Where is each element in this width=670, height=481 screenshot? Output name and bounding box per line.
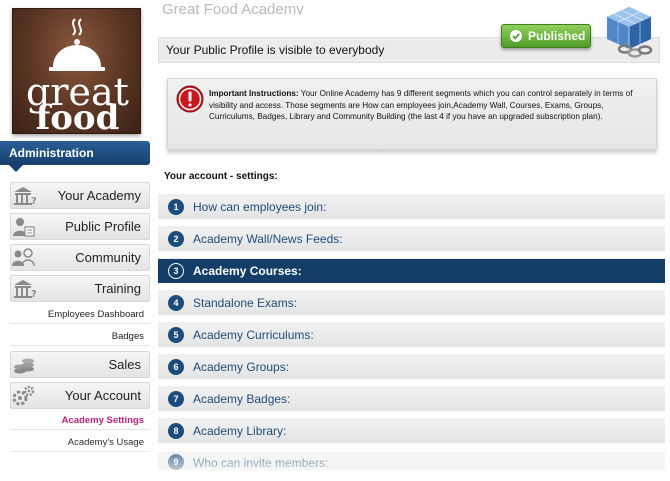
sidebar-item-your-academy[interactable]: ? Your Academy [10, 182, 150, 209]
logo-text-food: food [35, 98, 120, 134]
segment-number: 8 [168, 423, 184, 439]
sidebar-item-sales[interactable]: Sales [10, 351, 150, 378]
segment-label: Standalone Exams: [193, 296, 298, 310]
instructions-text: Important Instructions: Your Online Acad… [209, 88, 649, 123]
academy-logo: great food [12, 8, 141, 134]
gears-icon [12, 385, 35, 406]
coins-icon [14, 358, 34, 374]
sidebar-subitem-badges[interactable]: Badges [10, 327, 150, 346]
community-icon [12, 248, 35, 267]
sidebar-item-label: Training [94, 281, 141, 296]
sidebar-subitem-academys-usage[interactable]: Academy's Usage [10, 433, 150, 452]
sidebar-item-label: Community [75, 250, 141, 265]
segment-academy-courses[interactable]: 3 Academy Courses: [158, 258, 665, 283]
cube-chain-icon [607, 7, 653, 58]
instructions-heading: Important Instructions: [209, 89, 299, 98]
sidebar-item-community[interactable]: Community [10, 244, 150, 271]
segment-label: How can employees join: [193, 200, 327, 214]
segment-number: 6 [168, 359, 184, 375]
segment-number: 2 [168, 231, 184, 247]
sidebar-item-label: Your Academy [57, 188, 141, 203]
segment-number: 4 [168, 295, 184, 311]
sidebar-item-your-account[interactable]: Your Account [10, 382, 150, 409]
sidebar-subitem-academy-settings[interactable]: Academy Settings [10, 411, 150, 430]
segment-label: Academy Curriculums: [193, 328, 314, 342]
sidebar-item-public-profile[interactable]: Public Profile [10, 213, 150, 240]
segment-who-can-invite[interactable]: 9 Who can invite members: [158, 452, 665, 470]
segment-label: Academy Groups: [193, 360, 290, 374]
settings-title: Your account - settings: [164, 171, 278, 182]
header-arrow [9, 165, 23, 172]
segment-number: 7 [168, 391, 184, 407]
segment-standalone-exams[interactable]: 4 Standalone Exams: [158, 290, 665, 315]
profile-icon [13, 218, 35, 237]
segment-number: 3 [168, 263, 184, 279]
sidebar-header-administration: Administration [0, 141, 150, 165]
segment-number: 5 [168, 327, 184, 343]
segment-label: Academy Courses: [193, 264, 302, 278]
sidebar-item-training[interactable]: ? Training [10, 275, 150, 302]
sidebar-item-label: Public Profile [65, 219, 141, 234]
segment-academy-badges[interactable]: 7 Academy Badges: [158, 386, 665, 411]
sidebar-item-label: Your Account [64, 388, 141, 403]
segment-number: 1 [168, 199, 184, 215]
segment-academy-wall[interactable]: 2 Academy Wall/News Feeds: [158, 226, 665, 251]
segment-label: Academy Library: [193, 424, 287, 438]
training-building-icon: ? [14, 280, 36, 300]
svg-text:?: ? [31, 196, 36, 207]
segment-label: Academy Badges: [193, 392, 291, 406]
segment-label: Academy Wall/News Feeds: [193, 232, 343, 246]
sidebar-item-label: Sales [108, 357, 141, 372]
svg-text:?: ? [31, 289, 36, 300]
segment-label: Who can invite members: [193, 456, 329, 470]
check-icon [510, 30, 522, 42]
segment-employees-join[interactable]: 1 How can employees join: [158, 194, 665, 219]
alert-icon [176, 85, 204, 113]
sidebar-subitem-employees-dashboard[interactable]: Employees Dashboard [10, 305, 150, 324]
academy-building-icon: ? [14, 187, 36, 207]
segment-academy-curriculums[interactable]: 5 Academy Curriculums: [158, 322, 665, 347]
important-instructions-box: Important Instructions: Your Online Acad… [167, 78, 657, 150]
segment-number: 9 [168, 454, 184, 470]
page-title: Great Food Academy [162, 1, 304, 15]
segment-academy-library[interactable]: 8 Academy Library: [158, 418, 665, 443]
published-label: Published [528, 29, 586, 43]
segment-academy-groups[interactable]: 6 Academy Groups: [158, 354, 665, 379]
published-button[interactable]: Published [501, 24, 591, 48]
